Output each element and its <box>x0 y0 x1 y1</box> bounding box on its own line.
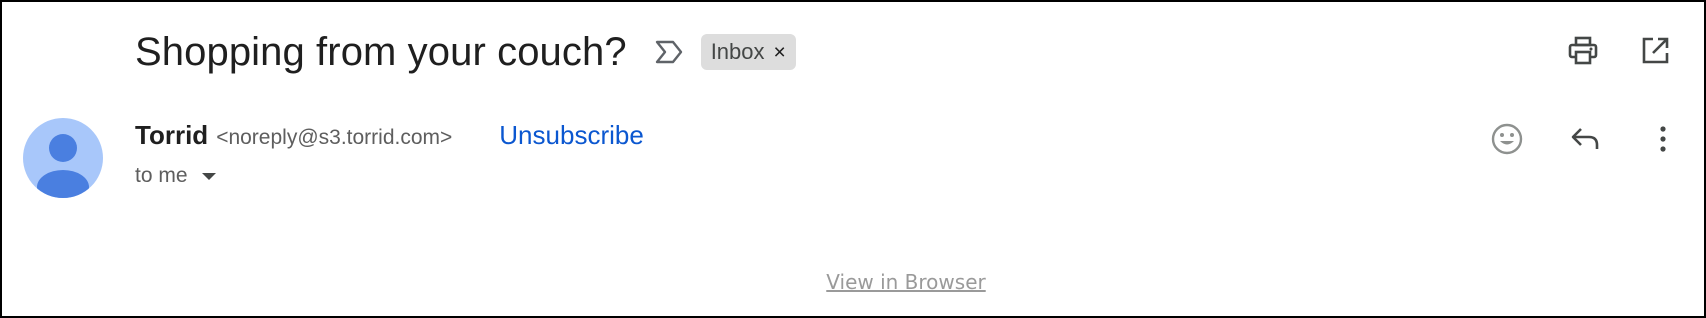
sender-name[interactable]: Torrid <box>135 120 208 151</box>
recipient-text: to me <box>135 164 188 187</box>
reply-icon[interactable] <box>1566 120 1604 158</box>
recipient-line: to me <box>135 164 644 188</box>
inbox-label-chip: Inbox × <box>700 34 796 70</box>
print-icon[interactable] <box>1564 32 1602 70</box>
more-options-icon[interactable] <box>1644 120 1682 158</box>
sender-block: Torrid <noreply@s3.torrid.com> Unsubscri… <box>135 120 644 188</box>
subject-row: Shopping from your couch? Inbox × <box>135 24 796 80</box>
default-avatar-icon <box>23 118 103 198</box>
email-subject: Shopping from your couch? <box>135 29 627 74</box>
emoji-reaction-icon[interactable] <box>1488 120 1526 158</box>
recipient-details-dropdown-icon[interactable] <box>201 172 216 180</box>
message-actions <box>1488 120 1682 158</box>
view-in-browser-link[interactable]: View in Browser <box>826 270 985 294</box>
email-view: Shopping from your couch? Inbox × Torrid… <box>0 0 1706 318</box>
view-in-browser-row: View in Browser <box>2 270 1704 294</box>
sender-email: <noreply@s3.torrid.com> <box>216 126 453 149</box>
importance-marker-icon[interactable] <box>653 38 685 66</box>
thread-actions <box>1564 32 1674 70</box>
sender-line: Torrid <noreply@s3.torrid.com> Unsubscri… <box>135 120 644 151</box>
open-in-new-window-icon[interactable] <box>1636 32 1674 70</box>
label-chip-text: Inbox <box>710 39 765 64</box>
remove-label-icon[interactable]: × <box>774 42 786 63</box>
unsubscribe-link[interactable]: Unsubscribe <box>499 120 644 151</box>
